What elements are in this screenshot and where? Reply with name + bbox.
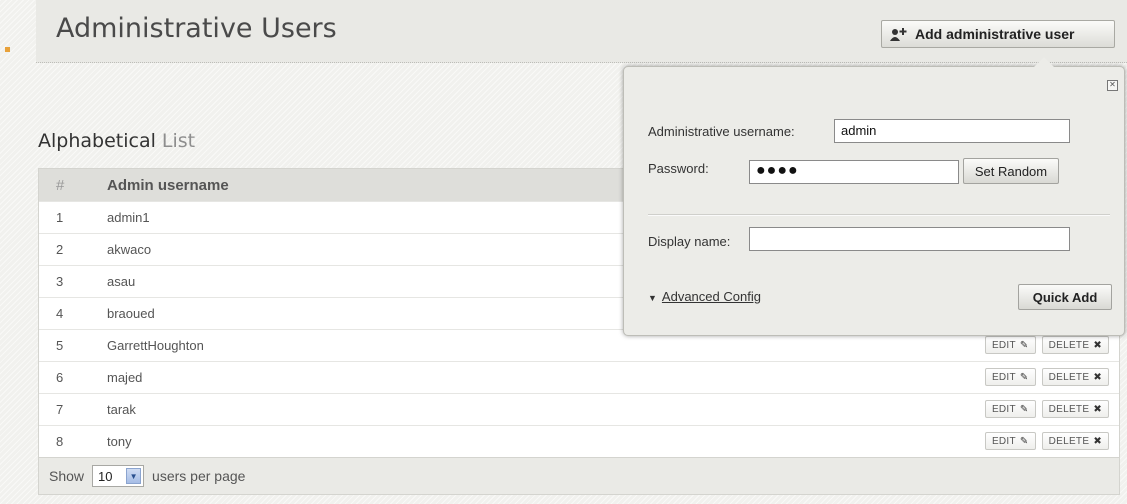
add-button-label: Add administrative user [915, 26, 1075, 42]
add-user-popup: ✕ Administrative username: admin Passwor… [623, 57, 1125, 336]
edit-label: EDIT [991, 403, 1016, 415]
triangle-down-icon: ▼ [648, 293, 657, 303]
delete-button[interactable]: DELETE ✖ [1041, 368, 1109, 386]
edit-label: EDIT [991, 339, 1016, 351]
row-number: 8 [56, 434, 64, 449]
x-icon: ✖ [1093, 339, 1102, 351]
row-number: 4 [56, 306, 64, 321]
row-number: 6 [56, 370, 64, 385]
row-number: 7 [56, 402, 64, 417]
add-user-icon [890, 28, 907, 41]
display-name-input[interactable] [749, 227, 1070, 251]
edit-button[interactable]: EDIT ✎ [984, 368, 1036, 386]
delete-label: DELETE [1048, 339, 1090, 351]
accent-marker [5, 47, 10, 52]
row-number: 1 [56, 210, 64, 225]
row-number: 2 [56, 242, 64, 257]
table-row: 6 majed EDIT ✎ DELETE ✖ [39, 361, 1119, 393]
table-footer: Show 10 ▼ users per page [39, 457, 1119, 494]
edit-label: EDIT [991, 371, 1016, 383]
users-per-page-label: users per page [152, 468, 246, 484]
delete-button[interactable]: DELETE ✖ [1041, 400, 1109, 418]
pencil-icon: ✎ [1019, 435, 1029, 447]
close-icon[interactable]: ✕ [1107, 80, 1118, 91]
row-username: majed [107, 370, 143, 385]
row-number: 5 [56, 338, 64, 353]
delete-label: DELETE [1048, 403, 1090, 415]
show-label: Show [49, 468, 85, 484]
add-administrative-user-button[interactable]: Add administrative user [881, 20, 1115, 48]
edit-button[interactable]: EDIT ✎ [984, 400, 1036, 418]
section-title: Alphabetical List [38, 130, 195, 152]
delete-label: DELETE [1048, 371, 1090, 383]
advanced-config-link[interactable]: Advanced Config [662, 289, 761, 304]
delete-label: DELETE [1048, 435, 1090, 447]
password-input[interactable]: ●●●● [749, 160, 959, 184]
x-icon: ✖ [1093, 403, 1102, 415]
per-page-select[interactable]: 10 ▼ [92, 465, 145, 487]
x-icon: ✖ [1093, 435, 1102, 447]
row-actions: EDIT ✎ DELETE ✖ [984, 368, 1109, 386]
row-username: GarrettHoughton [107, 338, 204, 353]
edit-button[interactable]: EDIT ✎ [984, 336, 1036, 354]
column-header-number: # [56, 176, 65, 194]
section-title-word1: Alphabetical [38, 130, 156, 152]
row-actions: EDIT ✎ DELETE ✖ [984, 432, 1109, 450]
delete-button[interactable]: DELETE ✖ [1041, 432, 1109, 450]
password-label: Password: [648, 161, 709, 176]
row-actions: EDIT ✎ DELETE ✖ [984, 336, 1109, 354]
username-label: Administrative username: [648, 124, 795, 139]
section-title-word2: List [161, 130, 196, 152]
pencil-icon: ✎ [1019, 339, 1029, 351]
page-header: Administrative Users Add administrative … [36, 0, 1127, 63]
chevron-down-icon[interactable]: ▼ [126, 468, 142, 484]
page-title: Administrative Users [56, 13, 337, 44]
set-random-button[interactable]: Set Random [963, 158, 1059, 184]
table-row: 7 tarak EDIT ✎ DELETE ✖ [39, 393, 1119, 425]
delete-button[interactable]: DELETE ✖ [1041, 336, 1109, 354]
row-username: tarak [107, 402, 136, 417]
row-actions: EDIT ✎ DELETE ✖ [984, 400, 1109, 418]
row-number: 3 [56, 274, 64, 289]
quick-add-button[interactable]: Quick Add [1018, 284, 1112, 310]
table-row: 8 tony EDIT ✎ DELETE ✖ [39, 425, 1119, 457]
pencil-icon: ✎ [1019, 403, 1029, 415]
advanced-config-toggle[interactable]: ▼ Advanced Config [648, 289, 761, 304]
x-icon: ✖ [1093, 371, 1102, 383]
edit-label: EDIT [991, 435, 1016, 447]
username-input[interactable]: admin [834, 119, 1070, 143]
per-page-value: 10 [98, 468, 113, 484]
popup-divider [648, 214, 1110, 216]
popup-pointer [1034, 57, 1054, 67]
row-username: tony [107, 434, 132, 449]
edit-button[interactable]: EDIT ✎ [984, 432, 1036, 450]
pencil-icon: ✎ [1019, 371, 1029, 383]
display-name-label: Display name: [648, 234, 731, 249]
